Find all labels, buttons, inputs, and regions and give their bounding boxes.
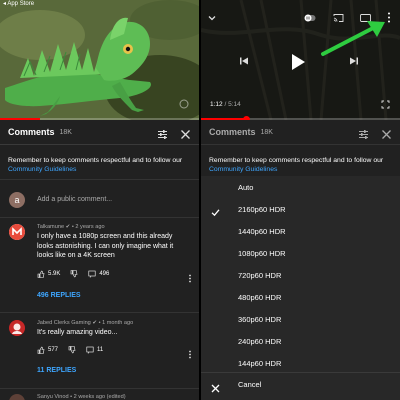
like-button[interactable]: 577 bbox=[37, 346, 58, 354]
quality-option-label: 240p60 HDR bbox=[238, 337, 282, 346]
time-display: 1:12 / 5:14 bbox=[210, 101, 241, 108]
avatar: a bbox=[9, 191, 25, 208]
close-icon[interactable] bbox=[381, 127, 392, 145]
comment-actions: 5.9K 496 bbox=[37, 270, 119, 278]
close-icon[interactable] bbox=[180, 127, 191, 145]
quality-option[interactable]: 240p60 HDR bbox=[201, 330, 400, 353]
thumbs-down-icon bbox=[68, 346, 76, 354]
quality-option[interactable]: 2160p60 HDR bbox=[201, 198, 400, 221]
play-icon[interactable] bbox=[289, 52, 307, 72]
next-icon[interactable] bbox=[349, 56, 359, 66]
quality-option[interactable]: 1440p60 HDR bbox=[201, 220, 400, 243]
notice-text: Remember to keep comments respectful and… bbox=[8, 157, 183, 164]
community-guidelines-link[interactable]: Community Guidelines bbox=[209, 166, 277, 173]
add-comment-input[interactable]: Add a public comment... bbox=[37, 196, 112, 203]
comments-title: Comments bbox=[209, 127, 256, 137]
thumbs-down-icon bbox=[71, 270, 78, 278]
community-notice: Remember to keep comments respectful and… bbox=[201, 146, 400, 176]
quality-option-label: 720p60 HDR bbox=[238, 271, 282, 280]
dislike-button[interactable] bbox=[70, 270, 78, 278]
comments-header: Comments 18K bbox=[201, 120, 400, 145]
quality-option-label: 360p60 HDR bbox=[238, 315, 282, 324]
quality-option-label: 2160p60 HDR bbox=[238, 205, 286, 214]
divider bbox=[0, 388, 199, 389]
reply-icon bbox=[88, 270, 96, 278]
previous-icon[interactable] bbox=[239, 56, 249, 66]
app-root: ◂ App Store Comments 18K Remember to kee… bbox=[0, 0, 400, 400]
time-current: 1:12 bbox=[210, 101, 223, 108]
view-replies-link[interactable]: 11 REPLIES bbox=[37, 367, 76, 374]
quality-option[interactable]: 720p60 HDR bbox=[201, 264, 400, 287]
close-icon bbox=[211, 380, 220, 398]
thumbs-up-icon bbox=[37, 346, 45, 354]
quality-option[interactable]: 1080p60 HDR bbox=[201, 242, 400, 265]
comment-author-meta: Sanyu Vinod • 2 weeks ago (edited) bbox=[37, 394, 126, 400]
fullscreen-icon[interactable] bbox=[381, 100, 390, 109]
quality-option-label: 1080p60 HDR bbox=[238, 249, 286, 258]
divider bbox=[0, 312, 199, 313]
cancel-label: Cancel bbox=[238, 380, 262, 389]
comment-avatar[interactable] bbox=[9, 394, 25, 400]
time-total: 5:14 bbox=[228, 101, 241, 108]
comment-text: It's really amazing video... bbox=[37, 329, 118, 336]
quality-option[interactable]: 480p60 HDR bbox=[201, 286, 400, 309]
comments-count: 18K bbox=[59, 128, 72, 136]
quality-option[interactable]: Auto bbox=[201, 176, 400, 199]
status-bar-back[interactable]: ◂ App Store bbox=[0, 0, 34, 8]
comment-item: Talkamune ✔ • 2 years ago I only have a … bbox=[0, 224, 199, 304]
quality-option-label: 1440p60 HDR bbox=[238, 227, 286, 236]
comments-title: Comments bbox=[8, 127, 55, 137]
comment-avatar[interactable] bbox=[9, 320, 25, 336]
sort-filter-icon[interactable] bbox=[358, 127, 369, 145]
reply-icon bbox=[86, 346, 94, 354]
right-pane: 1:12 / 5:14 Comments 18K Remember to kee… bbox=[201, 0, 400, 400]
reply-button[interactable]: 496 bbox=[88, 270, 109, 278]
quality-sheet: Auto 2160p60 HDR 1440p60 HDR 1080p60 HDR 720… bbox=[201, 176, 400, 400]
comment-avatar[interactable] bbox=[9, 224, 25, 240]
quality-option-label: Auto bbox=[238, 183, 254, 192]
comments-header: Comments 18K bbox=[0, 120, 199, 145]
annotation-arrow-icon bbox=[321, 21, 385, 56]
comment-text: I only have a 1080p screen and this alre… bbox=[37, 233, 174, 259]
add-comment-row[interactable]: a Add a public comment... bbox=[0, 182, 199, 218]
like-button[interactable]: 5.9K bbox=[37, 270, 60, 278]
view-replies-link[interactable]: 496 REPLIES bbox=[37, 292, 81, 299]
more-vert-icon[interactable] bbox=[188, 346, 192, 364]
thumbs-up-icon bbox=[37, 270, 45, 278]
community-guidelines-link[interactable]: Community Guidelines bbox=[8, 166, 76, 173]
comment-item: Jabed Clerks Gaming ✔ • 1 month ago It's… bbox=[0, 320, 199, 385]
notice-text: Remember to keep comments respectful and… bbox=[209, 157, 384, 164]
quality-option-label: 480p60 HDR bbox=[238, 293, 282, 302]
like-count: 5.9K bbox=[48, 271, 61, 277]
quality-option-label: 144p60 HDR bbox=[238, 359, 282, 368]
more-vert-icon[interactable] bbox=[188, 270, 192, 288]
watermark-icon bbox=[179, 99, 189, 109]
reply-count: 496 bbox=[99, 271, 110, 277]
dislike-button[interactable] bbox=[68, 346, 76, 354]
comment-author-meta: Jabed Clerks Gaming ✔ • 1 month ago bbox=[37, 320, 134, 326]
video-player-right[interactable]: 1:12 / 5:14 bbox=[201, 0, 400, 120]
comment-item: Sanyu Vinod • 2 weeks ago (edited) bbox=[0, 394, 199, 400]
sort-filter-icon[interactable] bbox=[157, 127, 168, 145]
reply-count: 11 bbox=[97, 347, 104, 353]
comment-author-meta: Talkamune ✔ • 2 years ago bbox=[37, 224, 105, 230]
quality-option[interactable]: 360p60 HDR bbox=[201, 308, 400, 331]
reply-button[interactable]: 11 bbox=[86, 346, 103, 354]
community-notice: Remember to keep comments respectful and… bbox=[0, 146, 199, 180]
comments-count: 18K bbox=[260, 128, 273, 136]
comment-actions: 577 11 bbox=[37, 346, 113, 354]
video-player-left[interactable]: ◂ App Store bbox=[0, 0, 199, 120]
collapse-chevron-icon[interactable] bbox=[207, 13, 217, 23]
cancel-row[interactable]: Cancel bbox=[201, 372, 400, 395]
autoplay-toggle-icon[interactable] bbox=[304, 13, 316, 23]
left-pane: ◂ App Store Comments 18K Remember to kee… bbox=[0, 0, 199, 400]
lizard-video-frame bbox=[0, 0, 199, 120]
like-count: 577 bbox=[48, 347, 59, 353]
